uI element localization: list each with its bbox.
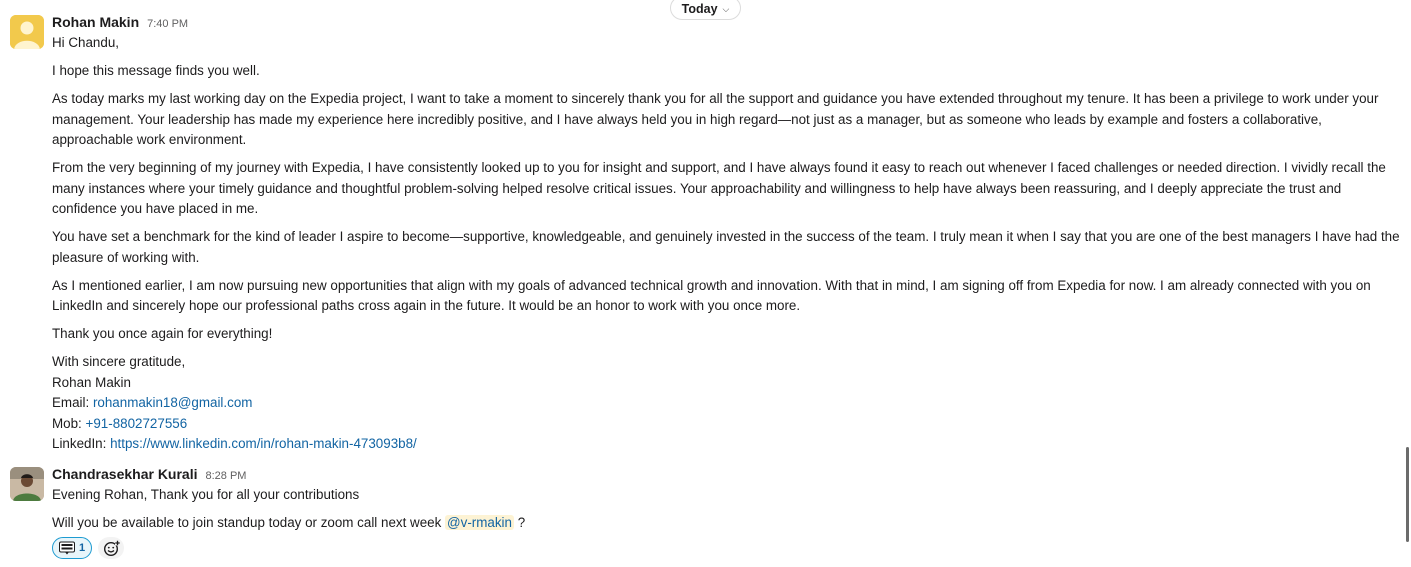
signature-block: With sincere gratitude, Rohan Makin Emai…: [52, 352, 1401, 455]
linkedin-link[interactable]: https://www.linkedin.com/in/rohan-makin-…: [110, 436, 417, 451]
message-timestamp[interactable]: 7:40 PM: [147, 18, 188, 30]
signature-mob-line: Mob: +91-8802727556: [52, 414, 1401, 435]
default-avatar-icon: [10, 15, 44, 49]
linkedin-label: LinkedIn:: [52, 436, 107, 451]
message-header: Rohan Makin 7:40 PM: [52, 14, 188, 30]
message-header: Chandrasekhar Kurali 8:28 PM: [52, 466, 246, 482]
add-reaction-button[interactable]: [98, 537, 125, 559]
message-body: Hi Chandu, I hope this message finds you…: [52, 33, 1401, 455]
paragraph: As today marks my last working day on th…: [52, 91, 1379, 147]
paragraph: You have set a benchmark for the kind of…: [52, 229, 1400, 265]
message-text: Will you be available to join standup to…: [52, 515, 442, 530]
paragraph: I hope this message finds you well.: [52, 63, 260, 78]
reaction-thank-you[interactable]: 1: [52, 537, 93, 559]
user-mention[interactable]: @v-rmakin: [445, 515, 514, 530]
date-divider-label: Today: [681, 2, 718, 16]
signature-linkedin-line: LinkedIn: https://www.linkedin.com/in/ro…: [52, 434, 1401, 455]
message-body: Evening Rohan, Thank you for all your co…: [52, 485, 1401, 534]
message-text: ?: [517, 515, 526, 530]
phone-link[interactable]: +91-8802727556: [86, 416, 188, 431]
author-name[interactable]: Chandrasekhar Kurali: [52, 466, 198, 482]
avatar[interactable]: [10, 15, 44, 49]
message-line: Evening Rohan, Thank you for all your co…: [52, 487, 360, 502]
email-link[interactable]: rohanmakin18@gmail.com: [93, 395, 252, 410]
scrollbar-thumb[interactable]: [1406, 447, 1409, 542]
add-reaction-icon: [103, 540, 120, 556]
chevron-down-icon: ⌵: [722, 3, 730, 14]
paragraph: As I mentioned earlier, I am now pursuin…: [52, 277, 1371, 314]
greeting-text: Hi Chandu,: [52, 35, 119, 50]
author-name[interactable]: Rohan Makin: [52, 14, 139, 30]
paragraph: From the very beginning of my journey wi…: [52, 160, 1386, 216]
paragraph: Thank you once again for everything!: [52, 326, 273, 341]
message-line: Will you be available to join standup to…: [52, 513, 1401, 534]
signature-name: Rohan Makin: [52, 374, 131, 390]
avatar[interactable]: [10, 467, 44, 501]
reactions-bar: 1: [52, 537, 125, 559]
message-timestamp[interactable]: 8:28 PM: [206, 470, 247, 482]
mob-label: Mob:: [52, 415, 82, 431]
signature-email-line: Email: rohanmakin18@gmail.com: [52, 393, 1401, 414]
thank-you-emoji-icon: [59, 541, 75, 555]
date-divider-button[interactable]: Today ⌵: [670, 0, 741, 20]
signature-closing: With sincere gratitude,: [52, 354, 186, 369]
email-label: Email:: [52, 395, 90, 410]
reaction-count: 1: [79, 542, 86, 554]
profile-photo-icon: [10, 467, 44, 501]
